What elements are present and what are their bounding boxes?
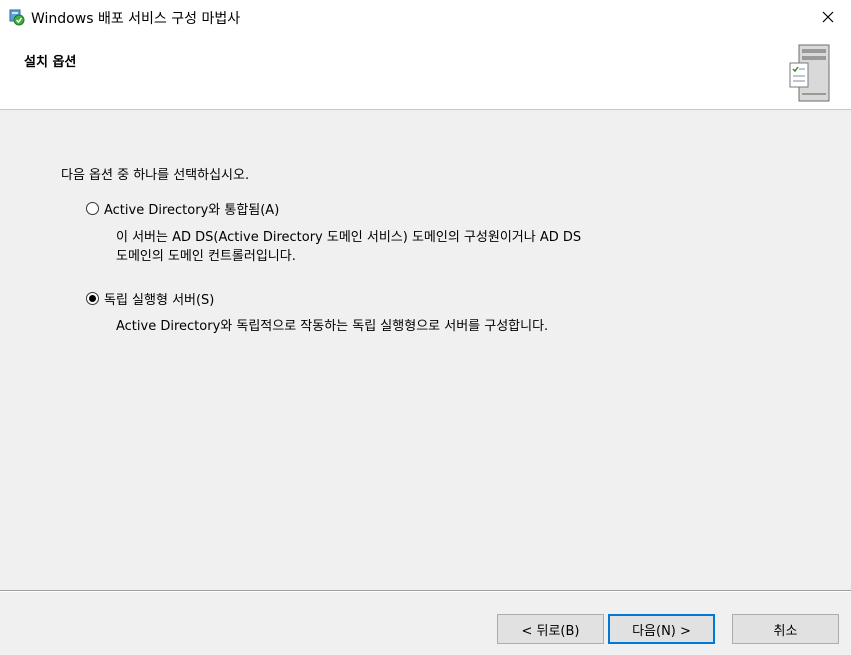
- title-bar: Windows 배포 서비스 구성 마법사: [0, 0, 851, 34]
- window-title: Windows 배포 서비스 구성 마법사: [31, 11, 241, 27]
- description-line: 도메인의 도메인 컨트롤러입니다.: [116, 249, 296, 264]
- option-integrated-ad-label: Active Directory와 통합됨(A): [104, 203, 280, 218]
- radio-integrated-ad[interactable]: [86, 202, 99, 215]
- wds-setup-icon: [7, 8, 25, 26]
- back-button[interactable]: < 뒤로(B): [497, 614, 604, 644]
- cancel-button[interactable]: 취소: [732, 614, 839, 644]
- option-integrated-ad[interactable]: Active Directory와 통합됨(A): [86, 199, 279, 218]
- wizard-header: 설치 옵션: [0, 34, 851, 110]
- close-button[interactable]: [805, 0, 851, 34]
- close-icon: [822, 11, 834, 23]
- radio-standalone[interactable]: [86, 292, 99, 305]
- instruction-text: 다음 옵션 중 하나를 선택하십시오.: [61, 168, 250, 183]
- option-standalone[interactable]: 독립 실행형 서버(S): [86, 289, 214, 308]
- server-checklist-icon: [785, 41, 841, 105]
- footer-divider: [0, 590, 851, 592]
- description-line: Active Directory와 독립적으로 작동하는 독립 실행형으로 서버…: [116, 319, 549, 334]
- option-standalone-label: 독립 실행형 서버(S): [104, 293, 215, 308]
- description-line: 이 서버는 AD DS(Active Directory 도메인 서비스) 도메…: [116, 230, 582, 245]
- page-title: 설치 옵션: [24, 55, 77, 70]
- option-standalone-description: Active Directory와 독립적으로 작동하는 독립 실행형으로 서버…: [116, 317, 548, 336]
- option-integrated-ad-description: 이 서버는 AD DS(Active Directory 도메인 서비스) 도메…: [116, 228, 581, 266]
- next-button[interactable]: 다음(N) >: [608, 614, 715, 644]
